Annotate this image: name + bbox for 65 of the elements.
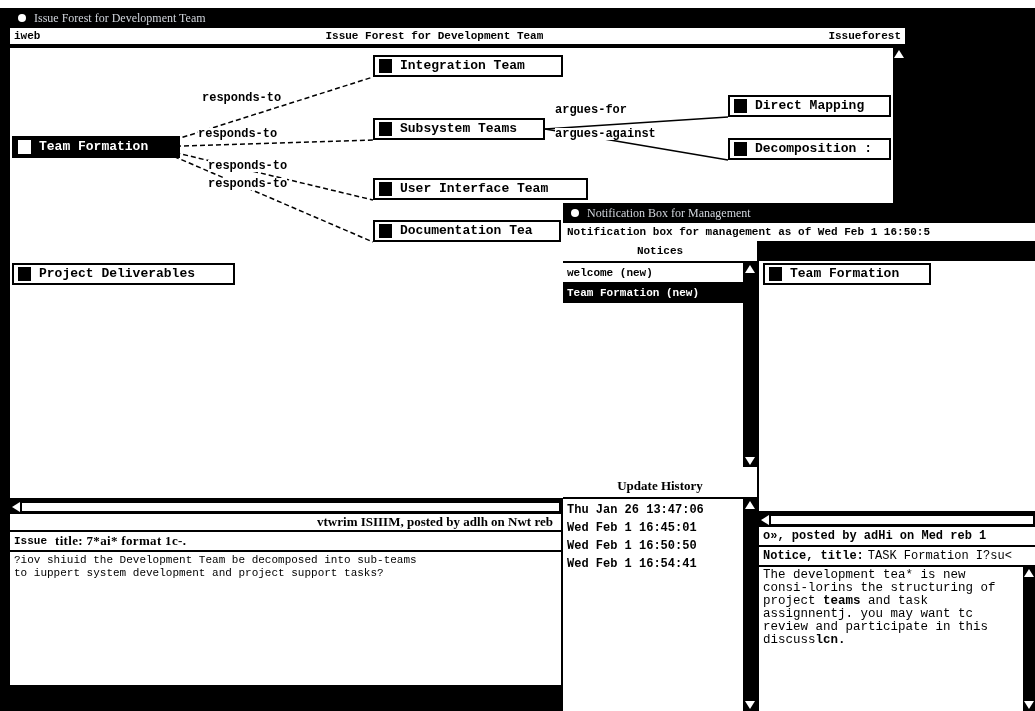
issue-body-line: ?iov shiuid the Development Team be decomposed into sub-teams bbox=[14, 554, 417, 567]
issue-node[interactable]: Subsystem Teams bbox=[373, 118, 545, 140]
edge-label: argues-for bbox=[555, 104, 627, 116]
scrollbar[interactable] bbox=[743, 263, 757, 467]
scroll-left-icon[interactable] bbox=[12, 502, 20, 512]
scroll-up-icon[interactable] bbox=[894, 50, 904, 58]
scrollbar[interactable] bbox=[1023, 567, 1035, 711]
notice-label: Notice, title: bbox=[763, 548, 864, 565]
window-title: Notification Box for Management bbox=[587, 205, 751, 222]
scroll-thumb[interactable] bbox=[22, 503, 559, 511]
edge-label: responds-to bbox=[208, 178, 288, 190]
window-menu-icon[interactable] bbox=[18, 14, 26, 22]
posted-line: o», posted by adHi on Med reb 1 bbox=[763, 528, 987, 545]
edge-label: argues-against bbox=[555, 128, 656, 140]
history-item[interactable]: Thu Jan 26 13:47:06 bbox=[563, 501, 743, 519]
issue-icon bbox=[18, 140, 31, 154]
issue-icon bbox=[18, 267, 31, 281]
scroll-up-icon[interactable] bbox=[745, 501, 755, 509]
issue-label: Issue bbox=[14, 533, 47, 549]
edge-label: responds-to bbox=[202, 92, 282, 104]
issue-title: title: 7*ai* format 1c-. bbox=[55, 532, 187, 551]
issue-node[interactable]: Integration Team bbox=[373, 55, 563, 77]
header-label: Issueforest bbox=[828, 28, 901, 44]
header-title: Issue Forest for Development Team bbox=[325, 28, 544, 44]
scroll-up-icon[interactable] bbox=[1024, 569, 1034, 577]
header-title: Notification box for management as of Wed Feb 1 16:50:5 bbox=[567, 224, 931, 240]
issue-node[interactable]: Documentation Tea bbox=[373, 220, 561, 242]
issue-icon bbox=[734, 99, 747, 113]
scroll-left-icon[interactable] bbox=[761, 515, 769, 525]
issue-icon bbox=[734, 142, 747, 156]
scrollbar[interactable] bbox=[743, 499, 757, 711]
issue-node[interactable]: Team Formation bbox=[763, 263, 931, 285]
issue-node[interactable]: Direct Mapping bbox=[728, 95, 891, 117]
issue-node[interactable]: Project Deliverables bbox=[12, 263, 235, 285]
history-item[interactable]: Wed Feb 1 16:45:01 bbox=[563, 519, 743, 537]
notice-title: TASK Formation I?su< bbox=[867, 548, 1012, 565]
window-menu-icon[interactable] bbox=[571, 209, 579, 217]
edge-label: responds-to bbox=[198, 128, 278, 140]
header-label: iweb bbox=[14, 28, 41, 44]
scroll-down-icon[interactable] bbox=[1024, 701, 1034, 709]
scrollbar[interactable] bbox=[759, 513, 1035, 527]
notice-body: The development tea* is new consi-lorins the structuring of project teams and task assignnentj. you may want tc review and participate in this discusslcn. bbox=[763, 569, 997, 647]
issue-node[interactable]: Team Formation bbox=[12, 136, 180, 158]
scroll-up-icon[interactable] bbox=[745, 265, 755, 273]
issue-icon bbox=[769, 267, 782, 281]
posted-line: vtwrim ISIIIM, posted by adlh on Nwt reb bbox=[317, 513, 553, 532]
notice-item[interactable]: welcome (new) bbox=[563, 265, 743, 284]
notice-item[interactable]: Team Formation (new) bbox=[563, 284, 743, 303]
issue-icon bbox=[379, 182, 392, 196]
issue-node[interactable]: User Interface Team bbox=[373, 178, 588, 200]
window-title: Issue Forest for Development Team bbox=[34, 10, 206, 27]
issue-node[interactable]: Decomposition : bbox=[728, 138, 891, 160]
history-item[interactable]: Wed Feb 1 16:54:41 bbox=[563, 555, 743, 573]
issue-body-line: to iuppert system development and project support tasks? bbox=[14, 567, 384, 580]
issue-icon bbox=[379, 224, 392, 238]
issue-icon bbox=[379, 59, 392, 73]
scroll-down-icon[interactable] bbox=[745, 701, 755, 709]
history-item[interactable]: Wed Feb 1 16:50:50 bbox=[563, 537, 743, 555]
edge-label: responds-to bbox=[208, 160, 288, 172]
scroll-thumb[interactable] bbox=[771, 516, 1033, 524]
scroll-down-icon[interactable] bbox=[745, 457, 755, 465]
section-label: Notices bbox=[636, 243, 684, 259]
issue-icon bbox=[379, 122, 392, 136]
scrollbar[interactable] bbox=[10, 500, 561, 514]
section-label: Update History bbox=[617, 476, 703, 495]
